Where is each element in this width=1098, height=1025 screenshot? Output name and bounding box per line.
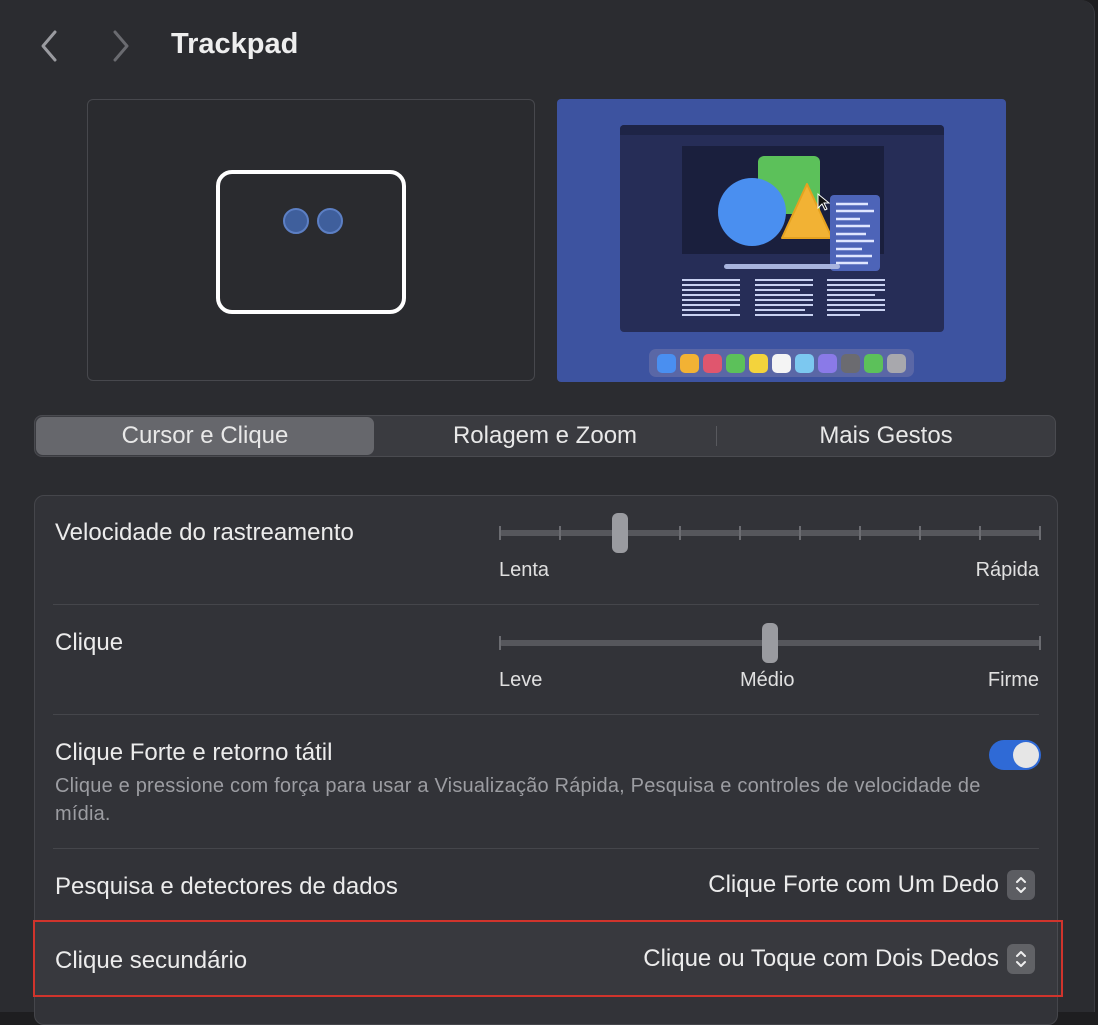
up-down-chevron-icon xyxy=(1007,870,1035,900)
finger-dot-icon xyxy=(317,208,343,234)
chevron-right-icon xyxy=(113,30,129,62)
slider-tick xyxy=(739,526,741,540)
lookup-popup-button[interactable]: Clique Forte com Um Dedo xyxy=(708,870,1035,900)
lookup-label: Pesquisa e detectores de dados xyxy=(55,873,398,900)
force-click-label: Clique Forte e retorno tátil xyxy=(55,739,333,766)
row-divider xyxy=(53,714,1039,715)
slider-tick xyxy=(679,526,681,540)
slider-tick xyxy=(1039,526,1041,540)
tab-cursor-and-click[interactable]: Cursor e Clique xyxy=(36,417,374,455)
gesture-preview-trackpad xyxy=(87,99,535,381)
trackpad-illustration xyxy=(216,170,406,314)
finger-dot-icon xyxy=(283,208,309,234)
chevron-left-icon xyxy=(41,30,57,62)
row-divider xyxy=(53,604,1039,605)
page-title: Trackpad xyxy=(171,28,299,60)
slider-tick xyxy=(859,526,861,540)
focus-highlight xyxy=(33,920,1063,997)
slider-tick xyxy=(1039,636,1041,650)
slider-max-label: Rápida xyxy=(975,559,1039,581)
slider-tick xyxy=(499,636,501,650)
slider-tick xyxy=(919,526,921,540)
tab-more-gestures[interactable]: Mais Gestos xyxy=(717,417,1055,455)
slider-max-label: Firme xyxy=(987,669,1039,691)
slider-mid-label: Médio xyxy=(740,669,795,691)
forward-button[interactable] xyxy=(101,26,141,66)
row-divider xyxy=(53,848,1039,849)
dock-illustration xyxy=(649,349,914,377)
preview-window-illustration xyxy=(620,125,944,332)
slider-min-label: Lenta xyxy=(499,559,550,581)
slider-tick xyxy=(499,526,501,540)
tracking-speed-slider-thumb[interactable] xyxy=(612,513,628,553)
force-click-toggle[interactable] xyxy=(989,740,1041,770)
tab-scroll-and-zoom[interactable]: Rolagem e Zoom xyxy=(375,417,715,455)
click-pressure-label: Clique xyxy=(55,629,124,656)
slider-tick xyxy=(559,526,561,540)
slider-tick xyxy=(799,526,801,540)
click-pressure-slider-thumb[interactable] xyxy=(762,623,778,663)
slider-tick xyxy=(979,526,981,540)
tracking-speed-label: Velocidade do rastreamento xyxy=(55,519,354,546)
text-columns-illustration xyxy=(682,264,885,316)
slider-min-label: Leve xyxy=(499,669,543,691)
back-button[interactable] xyxy=(29,26,69,66)
lookup-value: Clique Forte com Um Dedo xyxy=(708,871,999,898)
toggle-knob xyxy=(1013,742,1039,768)
tab-bar: Cursor e Clique Rolagem e Zoom Mais Gest… xyxy=(34,415,1056,457)
gesture-preview-desktop xyxy=(557,99,1006,382)
settings-window: Trackpad Cursor e Clique Rolagem e Zoom … xyxy=(0,0,1095,1025)
force-click-description: Clique e pressione com força para usar a… xyxy=(55,775,981,825)
